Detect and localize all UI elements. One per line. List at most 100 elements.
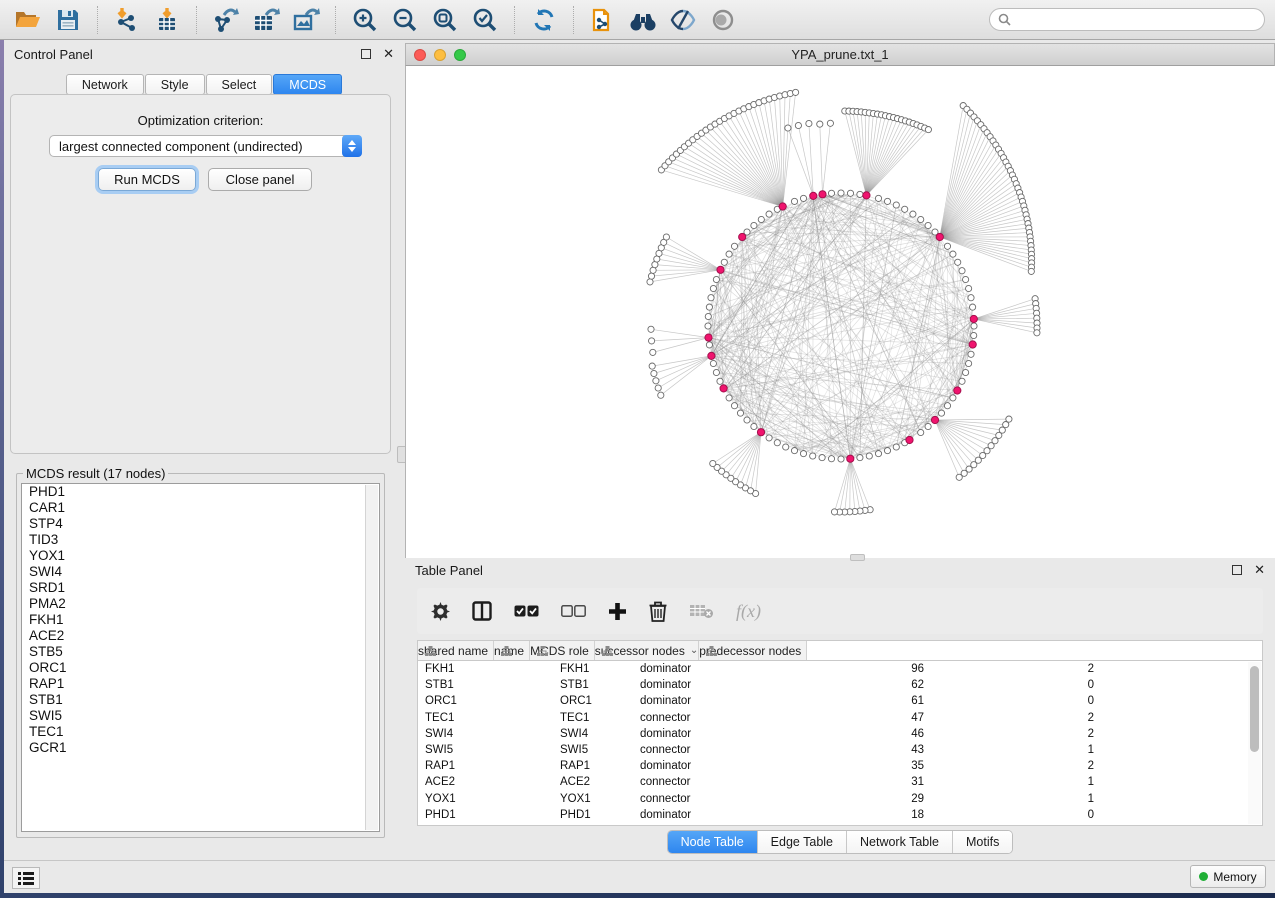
control-panel-tab[interactable]: Select: [206, 74, 273, 95]
refresh-view-icon[interactable]: [526, 4, 562, 36]
cell-shared-name[interactable]: RAP1: [418, 760, 553, 772]
cell-shared-name[interactable]: STB1: [418, 679, 553, 691]
table-tab[interactable]: Node Table: [668, 831, 758, 853]
mcds-result-item[interactable]: FKH1: [22, 612, 379, 628]
cell-name[interactable]: TEC1: [553, 712, 633, 724]
mcds-result-item[interactable]: STP4: [22, 516, 379, 532]
mcds-result-item[interactable]: RAP1: [22, 676, 379, 692]
table-scrollbar-thumb[interactable]: [1250, 666, 1259, 752]
cell-mcds-role[interactable]: connector: [633, 712, 755, 724]
control-panel-tab[interactable]: Style: [145, 74, 205, 95]
mcds-result-item[interactable]: GCR1: [22, 740, 379, 756]
float-panel-icon[interactable]: [361, 49, 371, 59]
cell-predecessor-nodes[interactable]: 2: [936, 663, 1106, 675]
table-tab[interactable]: Motifs: [953, 831, 1012, 853]
close-table-panel-icon[interactable]: ✕: [1254, 565, 1265, 575]
cell-successor-nodes[interactable]: 43: [755, 744, 936, 756]
cell-predecessor-nodes[interactable]: 0: [936, 809, 1106, 821]
import-table-icon[interactable]: [149, 4, 185, 36]
cell-name[interactable]: ACE2: [553, 776, 633, 788]
cell-name[interactable]: STB1: [553, 679, 633, 691]
new-network-from-selection-icon[interactable]: [585, 4, 621, 36]
cell-shared-name[interactable]: TEC1: [418, 712, 553, 724]
table-settings-gear-icon[interactable]: [431, 598, 450, 624]
cell-name[interactable]: PHD1: [553, 809, 633, 821]
table-row[interactable]: RAP1 RAP1 dominator 35 2: [418, 758, 1262, 774]
mcds-result-item[interactable]: SWI4: [22, 564, 379, 580]
mcds-result-item[interactable]: TEC1: [22, 724, 379, 740]
cell-mcds-role[interactable]: connector: [633, 744, 755, 756]
cell-shared-name[interactable]: ACE2: [418, 776, 553, 788]
float-table-panel-icon[interactable]: [1232, 565, 1242, 575]
cell-shared-name[interactable]: YOX1: [418, 793, 553, 805]
column-header[interactable]: predecessor nodes: [699, 641, 807, 660]
graphics-details-icon[interactable]: [665, 4, 701, 36]
table-row[interactable]: STB1 STB1 dominator 62 0: [418, 677, 1262, 693]
column-header[interactable]: MCDS role: [530, 641, 595, 660]
column-header[interactable]: name: [494, 641, 530, 660]
cell-successor-nodes[interactable]: 18: [755, 809, 936, 821]
table-row[interactable]: ORC1 ORC1 dominator 61 0: [418, 693, 1262, 709]
table-row[interactable]: PHD1 PHD1 dominator 18 0: [418, 807, 1262, 823]
run-mcds-button[interactable]: Run MCDS: [98, 168, 196, 191]
mcds-result-item[interactable]: CAR1: [22, 500, 379, 516]
optimization-criterion-select[interactable]: largest connected component (undirected): [49, 135, 362, 157]
column-header[interactable]: successor nodes ⌄: [595, 641, 699, 660]
cell-name[interactable]: FKH1: [553, 663, 633, 675]
cell-name[interactable]: RAP1: [553, 760, 633, 772]
cell-predecessor-nodes[interactable]: 0: [936, 679, 1106, 691]
close-panel-icon[interactable]: ✕: [383, 49, 394, 59]
show-columns-icon[interactable]: [472, 598, 492, 624]
cell-shared-name[interactable]: SWI4: [418, 728, 553, 740]
cell-successor-nodes[interactable]: 61: [755, 695, 936, 707]
cell-mcds-role[interactable]: dominator: [633, 728, 755, 740]
cell-name[interactable]: SWI4: [553, 728, 633, 740]
control-panel-tab[interactable]: Network: [66, 74, 144, 95]
delete-column-icon[interactable]: [649, 598, 667, 624]
memory-button[interactable]: Memory: [1190, 865, 1266, 888]
select-all-icon[interactable]: [514, 598, 539, 624]
table-row[interactable]: FKH1 FKH1 dominator 96 2: [418, 661, 1262, 677]
cell-predecessor-nodes[interactable]: 1: [936, 776, 1106, 788]
export-table-icon[interactable]: [248, 4, 284, 36]
cell-mcds-role[interactable]: dominator: [633, 695, 755, 707]
table-row[interactable]: ACE2 ACE2 connector 31 1: [418, 774, 1262, 790]
table-scrollbar[interactable]: [1248, 662, 1261, 824]
import-network-icon[interactable]: [109, 4, 145, 36]
table-tab[interactable]: Edge Table: [758, 831, 847, 853]
cell-shared-name[interactable]: SWI5: [418, 744, 553, 756]
cell-predecessor-nodes[interactable]: 2: [936, 712, 1106, 724]
mcds-result-item[interactable]: ACE2: [22, 628, 379, 644]
eye-icon[interactable]: [705, 4, 741, 36]
cell-mcds-role[interactable]: dominator: [633, 679, 755, 691]
mcds-result-item[interactable]: PHD1: [22, 484, 379, 500]
cell-mcds-role[interactable]: connector: [633, 793, 755, 805]
table-row[interactable]: SWI5 SWI5 connector 43 1: [418, 742, 1262, 758]
cell-predecessor-nodes[interactable]: 1: [936, 744, 1106, 756]
search-input[interactable]: [1016, 13, 1256, 27]
cell-successor-nodes[interactable]: 46: [755, 728, 936, 740]
column-header[interactable]: shared name: [418, 641, 494, 660]
horizontal-splitter-handle[interactable]: [850, 554, 865, 561]
cell-predecessor-nodes[interactable]: 2: [936, 728, 1106, 740]
cell-successor-nodes[interactable]: 47: [755, 712, 936, 724]
mcds-result-item[interactable]: TID3: [22, 532, 379, 548]
open-file-icon[interactable]: [10, 4, 46, 36]
table-tab[interactable]: Network Table: [847, 831, 953, 853]
table-row[interactable]: SWI4 SWI4 dominator 46 2: [418, 726, 1262, 742]
deselect-all-icon[interactable]: [561, 598, 586, 624]
mcds-result-item[interactable]: YOX1: [22, 548, 379, 564]
cell-mcds-role[interactable]: connector: [633, 776, 755, 788]
cell-successor-nodes[interactable]: 35: [755, 760, 936, 772]
control-panel-tab[interactable]: MCDS: [273, 74, 342, 95]
fit-content-icon[interactable]: [427, 4, 463, 36]
cell-name[interactable]: ORC1: [553, 695, 633, 707]
cell-shared-name[interactable]: FKH1: [418, 663, 553, 675]
find-binoculars-icon[interactable]: [625, 4, 661, 36]
cell-shared-name[interactable]: ORC1: [418, 695, 553, 707]
cell-successor-nodes[interactable]: 62: [755, 679, 936, 691]
cell-mcds-role[interactable]: dominator: [633, 760, 755, 772]
cell-successor-nodes[interactable]: 96: [755, 663, 936, 675]
cell-mcds-role[interactable]: dominator: [633, 663, 755, 675]
cell-shared-name[interactable]: PHD1: [418, 809, 553, 821]
